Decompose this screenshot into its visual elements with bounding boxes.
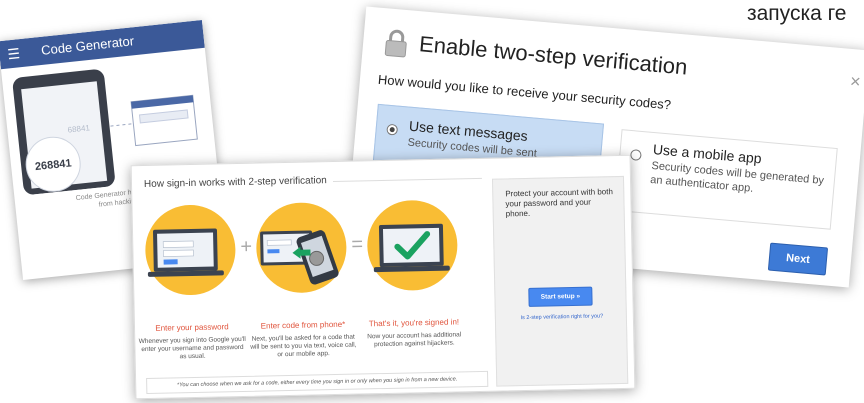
dialog-title: Enable two-step verification bbox=[418, 31, 689, 80]
step-signed-in-illustration bbox=[366, 199, 459, 292]
step-phone-illustration bbox=[255, 201, 348, 294]
dialog-question: How would you like to receive your secur… bbox=[377, 71, 672, 113]
option-mobile-app[interactable]: Use a mobile app Security codes will be … bbox=[614, 129, 838, 230]
code-generator-title: Code Generator bbox=[40, 33, 135, 58]
step-1-label: Enter your password bbox=[155, 322, 229, 333]
side-panel-text: Protect your account with both your pass… bbox=[505, 187, 613, 219]
right-for-you-link[interactable]: Is 2-step verification right for you? bbox=[512, 313, 612, 321]
setup-side-panel: Protect your account with both your pass… bbox=[491, 175, 629, 387]
start-setup-button[interactable]: Start setup » bbox=[528, 286, 593, 307]
equals-sign: = bbox=[351, 233, 364, 256]
option-app-subtitle: Security codes will be generated by an a… bbox=[649, 159, 825, 195]
howto-title: How sign-in works with 2-step verificati… bbox=[143, 175, 333, 190]
lock-icon bbox=[384, 29, 407, 58]
how-sign-in-works-card: How sign-in works with 2-step verificati… bbox=[130, 154, 636, 400]
step-password-illustration bbox=[144, 204, 237, 296]
howto-footnote: *You can choose when we ask for a code, … bbox=[146, 370, 489, 394]
step-2-label: Enter code from phone* bbox=[260, 319, 346, 331]
menu-icon[interactable]: ☰ bbox=[6, 39, 21, 68]
close-icon[interactable]: × bbox=[849, 71, 861, 93]
step-3-label: That's it, you're signed in! bbox=[368, 317, 460, 329]
step-3-desc: Now your account has additional protecti… bbox=[367, 331, 462, 349]
radio-mobile-app[interactable] bbox=[629, 149, 642, 161]
next-button[interactable]: Next bbox=[767, 242, 829, 276]
radio-text-messages[interactable] bbox=[386, 123, 399, 136]
plus-sign: + bbox=[240, 235, 253, 258]
step-1-desc: Whenever you sign into Google you'll ent… bbox=[138, 335, 246, 361]
step-2-desc: Next, you'll be asked for a code that wi… bbox=[250, 333, 357, 359]
background-caption-text: запуска ге bbox=[747, 2, 847, 25]
